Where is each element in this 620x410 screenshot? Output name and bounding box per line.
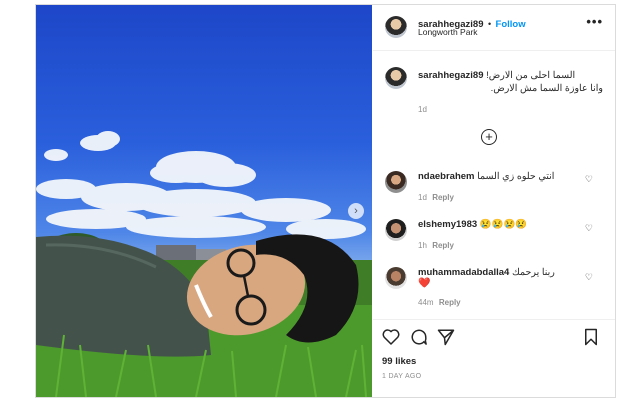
reply-button[interactable]: Reply — [432, 241, 454, 250]
bookmark-icon[interactable] — [583, 328, 599, 346]
post-header: sarahhegazi89 • Follow Longworth Park ••… — [373, 5, 615, 51]
comment-username[interactable]: muhammadabdalla4 — [418, 267, 509, 278]
avatar[interactable] — [385, 16, 407, 38]
comment-text: ربنا يرحمك — [511, 267, 555, 278]
action-bar: 99 likes 1 DAY AGO — [373, 319, 615, 398]
comment-like-heart-icon[interactable]: ♡ — [585, 272, 593, 283]
comment-text: انتي حلوه زي السما — [477, 171, 555, 182]
caption-text-line2: وانا عاوزة السما مش الارض. — [490, 83, 603, 94]
likes-count[interactable]: 99 likes — [382, 356, 416, 367]
comment-item: elshemy1983 😢😢😢😢 1h Reply — [418, 219, 603, 251]
instagram-post: › sarahhegazi89 • Follow Longworth Park … — [35, 4, 616, 398]
reply-button[interactable]: Reply — [432, 193, 454, 202]
post-sidebar: sarahhegazi89 • Follow Longworth Park ••… — [373, 5, 615, 397]
comment-meta: 1h Reply — [418, 240, 603, 251]
more-options-icon[interactable]: ••• — [586, 14, 603, 29]
caption-username[interactable]: sarahhegazi89 — [418, 70, 483, 81]
comment-item: ndaebrahem انتي حلوه زي السما 1d Reply — [418, 171, 603, 203]
red-heart-icon: ❤️ — [418, 278, 431, 289]
comment-username[interactable]: elshemy1983 — [418, 219, 477, 230]
location-link[interactable]: Longworth Park — [418, 27, 478, 37]
post-timestamp: 1 DAY AGO — [382, 373, 422, 380]
heart-icon[interactable] — [382, 328, 400, 345]
separator-dot: • — [487, 19, 492, 29]
reply-button[interactable]: Reply — [439, 298, 461, 307]
share-icon[interactable] — [437, 328, 455, 346]
caption-text-line1: السما احلى من الارض! — [486, 70, 576, 81]
follow-button[interactable]: Follow — [496, 19, 526, 30]
comment-icon[interactable] — [410, 328, 428, 346]
caption: sarahhegazi89 السما احلى من الارض! وانا … — [418, 69, 603, 116]
comment-item: muhammadabdalla4 ربنا يرحمك ❤️ 44m Reply — [418, 267, 603, 308]
caption-avatar[interactable] — [385, 67, 407, 89]
comment-time: 1h — [418, 241, 427, 250]
photo-scene — [36, 131, 372, 397]
comment-time: 1d — [418, 193, 427, 202]
comment-avatar[interactable] — [385, 219, 407, 241]
comment-avatar[interactable] — [385, 171, 407, 193]
comment-time: 44m — [418, 298, 434, 307]
comment-like-heart-icon[interactable]: ♡ — [585, 174, 593, 185]
comment-text: 😢😢😢😢 — [479, 219, 528, 230]
comment-meta: 1d Reply — [418, 192, 603, 203]
caption-time: 1d — [418, 105, 427, 114]
next-photo-button[interactable]: › — [348, 203, 364, 219]
comment-username[interactable]: ndaebrahem — [418, 171, 475, 182]
load-more-comments-button[interactable]: + — [481, 129, 497, 145]
comment-meta: 44m Reply — [418, 297, 603, 308]
comment-like-heart-icon[interactable]: ♡ — [585, 223, 593, 234]
post-photo[interactable]: › — [36, 5, 372, 397]
comment-avatar[interactable] — [385, 267, 407, 289]
